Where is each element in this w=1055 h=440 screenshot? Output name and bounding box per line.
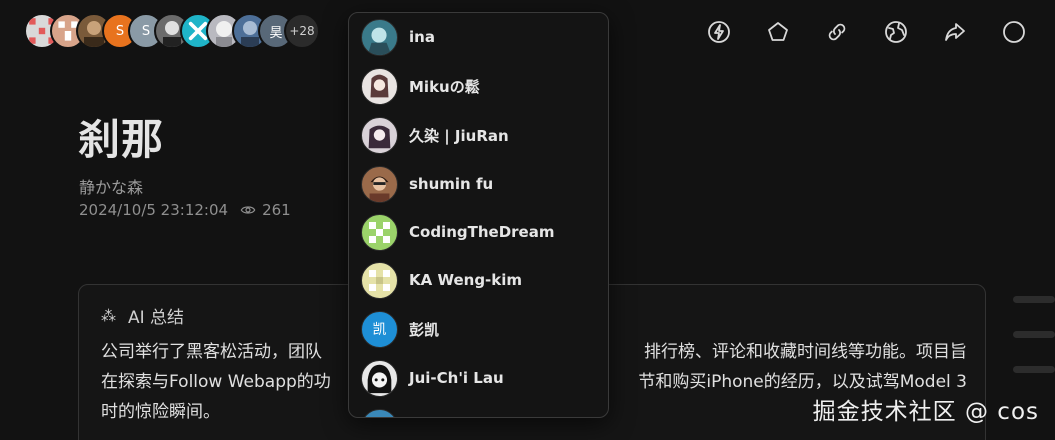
link-icon[interactable]	[807, 14, 866, 50]
user-avatar	[361, 67, 398, 105]
toc-line[interactable]	[1013, 331, 1055, 338]
article-meta: 2024/10/5 23:12:04 261	[79, 201, 291, 219]
participant-item[interactable]: 凯 彭凯	[361, 309, 439, 349]
toc-line[interactable]	[1013, 366, 1055, 373]
participant-item[interactable]: Jui-Ch'i Lau	[361, 358, 504, 398]
participant-item[interactable]: CodingTheDream	[361, 212, 554, 252]
summary-line-start: 公司举行了黑客松活动，团队	[101, 342, 322, 362]
toolbar	[689, 14, 1043, 50]
user-name: 久染 | JiuRan	[409, 126, 509, 145]
watermark: 掘金技术社区 @ cos	[812, 399, 1039, 425]
more-count: +28	[289, 24, 315, 38]
eye-icon	[240, 206, 256, 214]
user-avatar	[361, 359, 398, 397]
toc-indicator[interactable]	[1013, 296, 1055, 401]
star-icon[interactable]	[748, 14, 807, 50]
lightning-icon[interactable]	[689, 14, 748, 50]
user-name: CodingTheDream	[409, 223, 555, 241]
participant-avatars[interactable]: S S 昊 +28	[24, 12, 320, 50]
user-avatar: 凯	[361, 310, 398, 348]
user-name: Mikuの鬆	[409, 77, 480, 96]
ai-summary-title: AI 总结	[128, 308, 185, 328]
participant-item-partial[interactable]	[361, 407, 398, 417]
share-icon[interactable]	[925, 14, 984, 50]
view-count-value: 261	[262, 201, 291, 219]
participant-item[interactable]: Mikuの鬆	[361, 66, 480, 106]
participant-item[interactable]: KA Weng-kim	[361, 260, 522, 300]
summary-line-start: 时的惊险瞬间。	[101, 402, 220, 422]
participant-item[interactable]: 久染 | JiuRan	[361, 115, 509, 155]
more-participants-button[interactable]: +28	[284, 13, 320, 49]
user-avatar	[361, 18, 398, 56]
user-avatar	[361, 408, 398, 417]
ai-summary-header: ⁂ AI 总结	[101, 303, 185, 329]
user-avatar	[361, 261, 398, 299]
toc-line[interactable]	[1013, 296, 1055, 303]
user-name: KA Weng-kim	[409, 271, 523, 289]
user-name: Jui-Ch'i Lau	[409, 369, 504, 387]
author-name[interactable]: 静かな森	[79, 174, 143, 198]
avatar-letter: 凯	[372, 322, 387, 338]
user-name: 彭凯	[409, 320, 440, 339]
globe-icon[interactable]	[866, 14, 925, 50]
participants-dropdown[interactable]: ina Mikuの鬆 久染 | JiuRan shumin fu CodingT…	[348, 12, 609, 418]
user-avatar	[361, 116, 398, 154]
circle-icon[interactable]	[984, 14, 1043, 50]
summary-line-end: 排行榜、评论和收藏时间线等功能。项目旨	[644, 342, 967, 362]
participant-item[interactable]: shumin fu	[361, 164, 493, 204]
participant-item[interactable]: ina	[361, 17, 435, 57]
publish-date: 2024/10/5 23:12:04	[79, 201, 229, 219]
avatar-letter: 昊	[269, 25, 283, 41]
user-avatar	[361, 165, 398, 203]
avatar-letter: S	[115, 23, 125, 39]
sparkle-icon: ⁂	[101, 306, 116, 325]
page-title: 刹那	[78, 115, 165, 164]
summary-line-start: 在探索与Follow Webapp的功	[101, 372, 331, 392]
user-avatar	[361, 213, 398, 251]
user-name: ina	[409, 28, 435, 46]
avatar-letter: S	[141, 23, 151, 39]
user-name: shumin fu	[409, 175, 494, 193]
view-count: 261	[240, 201, 291, 219]
